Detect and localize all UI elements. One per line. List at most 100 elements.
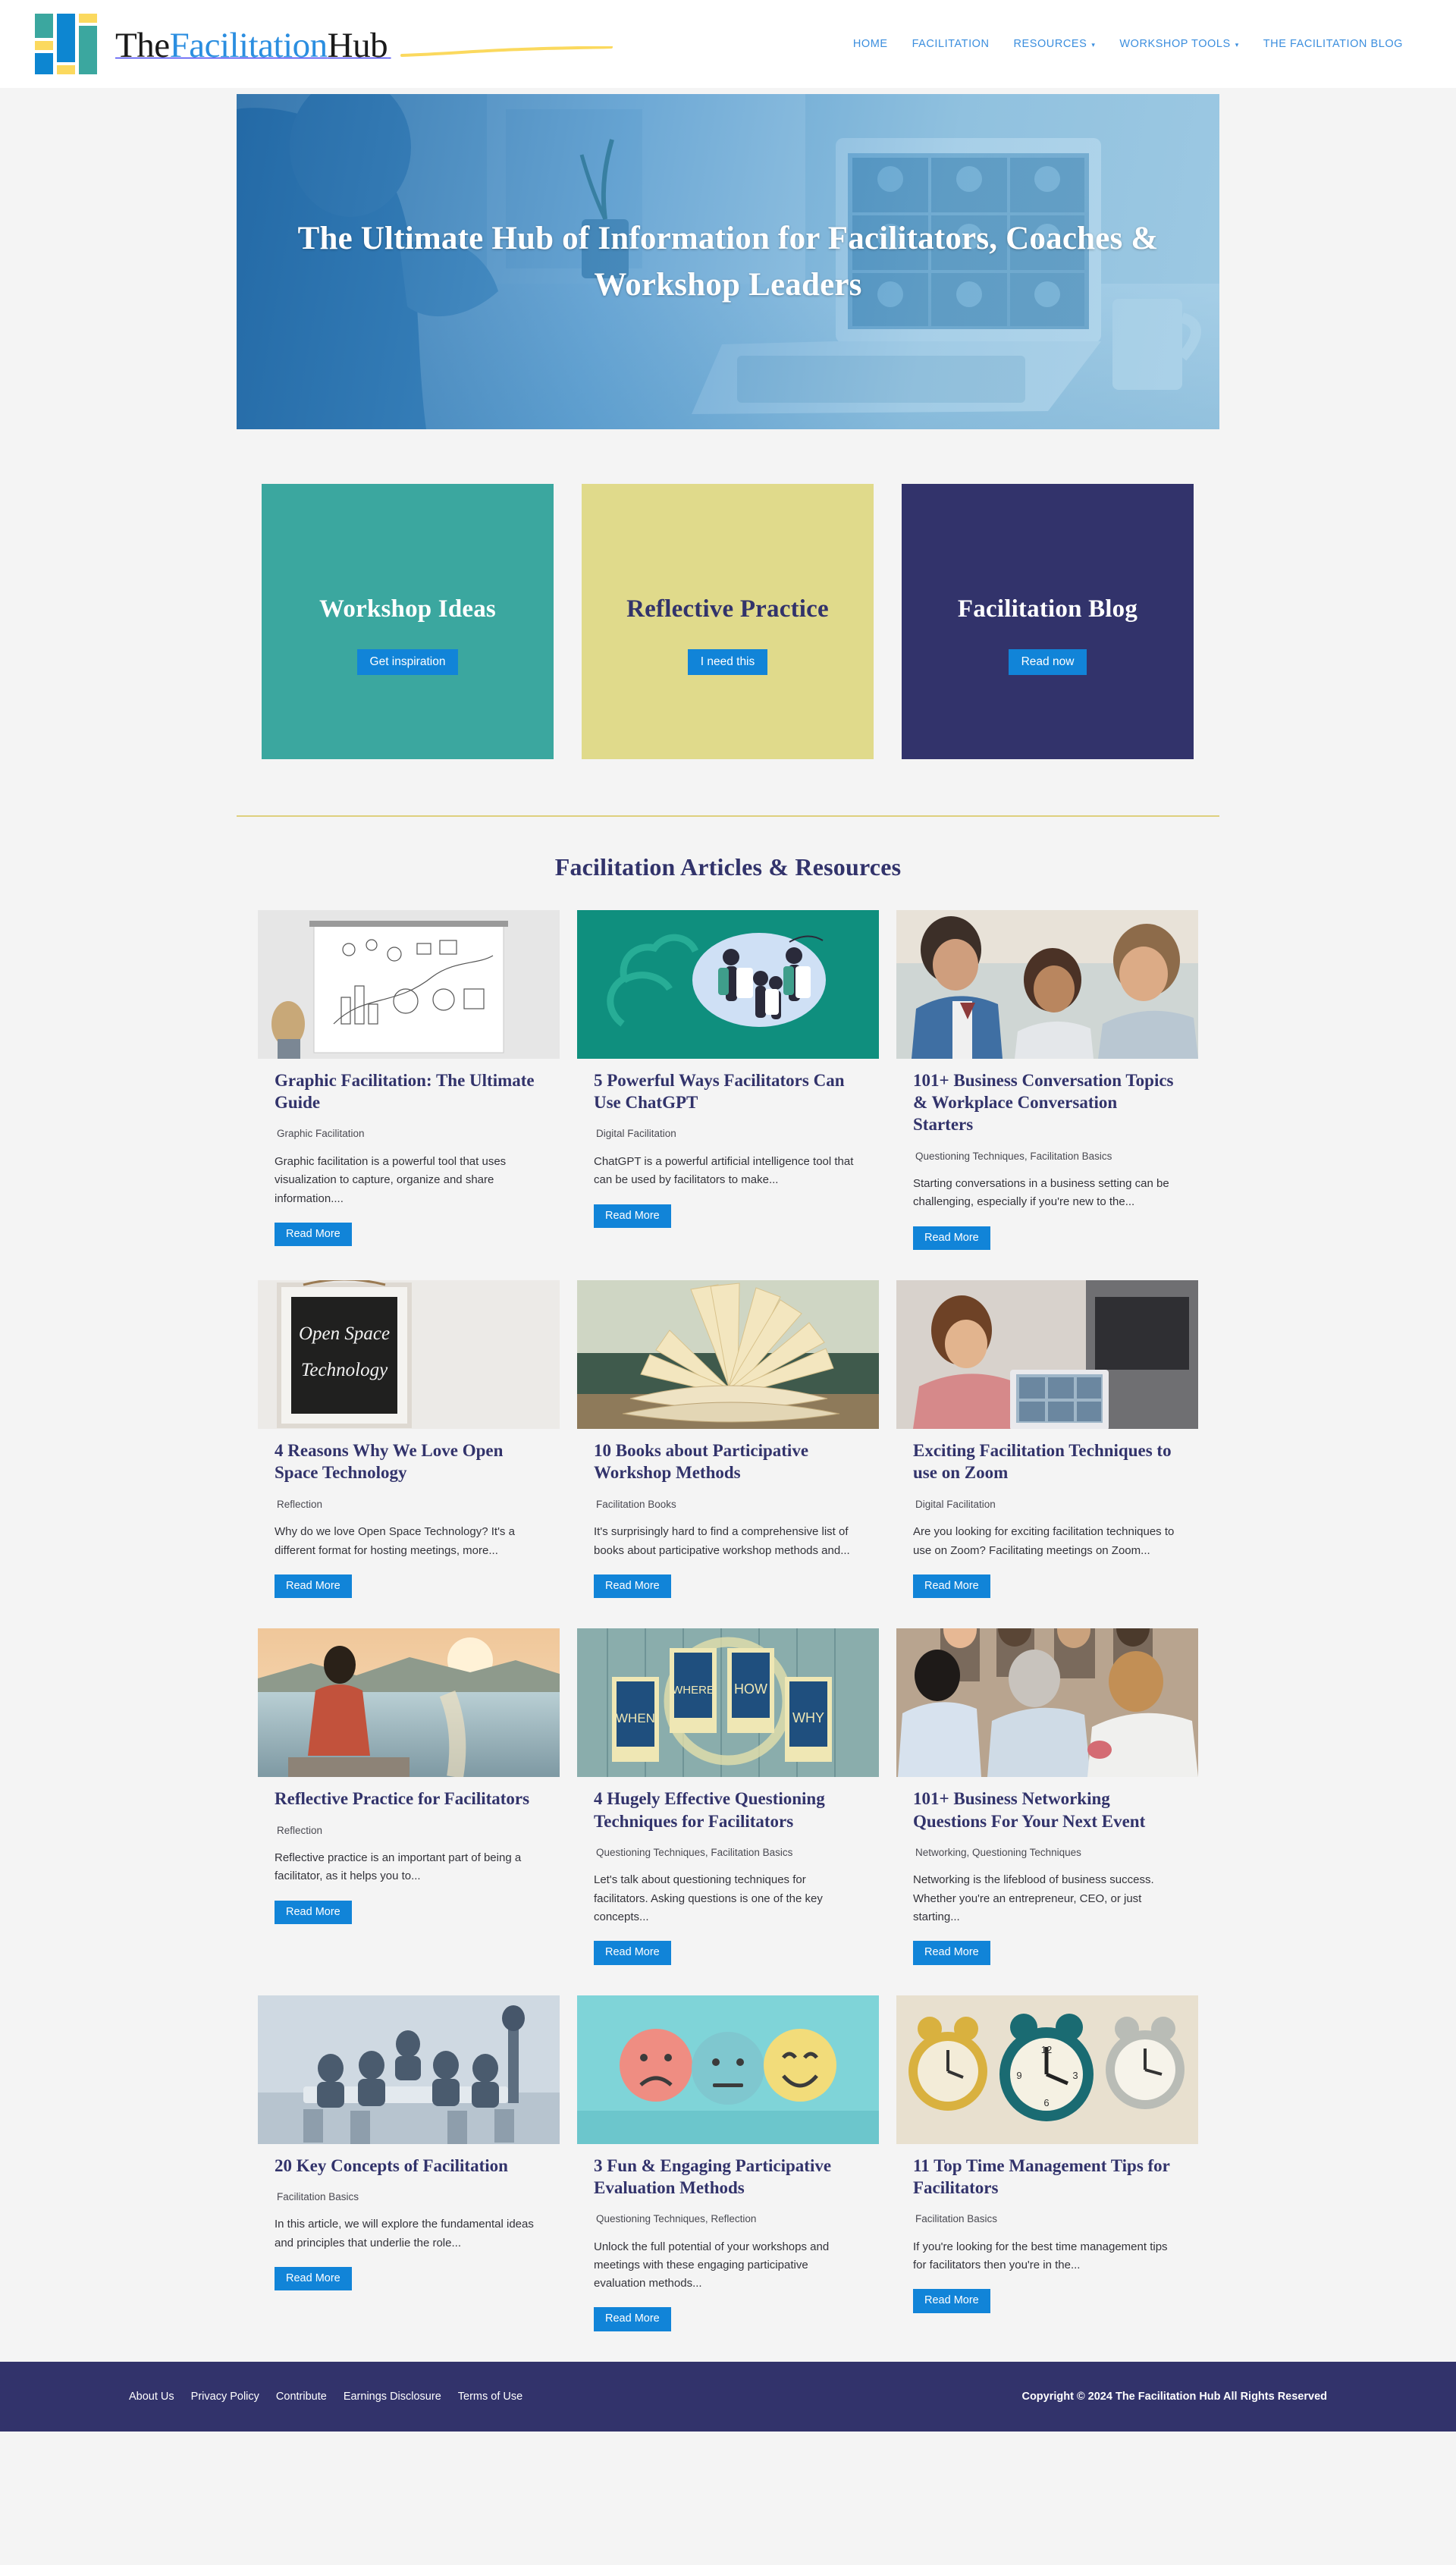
bar-blocks-logo-icon [32, 11, 111, 77]
article-categories[interactable]: Reflection [275, 1824, 543, 1838]
article-categories[interactable]: Graphic Facilitation [275, 1127, 543, 1141]
article-thumbnail[interactable] [577, 1280, 879, 1430]
articles-row: Reflective Practice for Facilitators Ref… [258, 1628, 1198, 1965]
read-more-button[interactable]: Read More [913, 1574, 990, 1599]
article-title[interactable]: 3 Fun & Engaging Participative Evaluatio… [594, 2155, 862, 2199]
article-categories[interactable]: Digital Facilitation [594, 1127, 862, 1141]
nav-item-facilitation[interactable]: FACILITATION [900, 38, 1002, 50]
promo-card-title: Workshop Ideas [319, 595, 496, 623]
article-card[interactable]: 3 Fun & Engaging Participative Evaluatio… [577, 1995, 879, 2331]
article-thumbnail[interactable] [577, 910, 879, 1059]
read-more-button[interactable]: Read More [275, 1574, 352, 1599]
article-thumbnail[interactable] [577, 1995, 879, 2144]
article-thumbnail[interactable] [896, 910, 1198, 1059]
read-more-button[interactable]: Read More [275, 1900, 352, 1925]
promo-card-workshop-ideas[interactable]: Workshop Ideas Get inspiration [262, 484, 554, 759]
article-categories[interactable]: Facilitation Basics [913, 2212, 1181, 2226]
section-divider [237, 815, 1219, 817]
article-title[interactable]: 11 Top Time Management Tips for Facilita… [913, 2155, 1181, 2199]
article-thumbnail[interactable] [896, 1280, 1198, 1430]
promo-cta-i-need-this[interactable]: I need this [687, 648, 768, 676]
article-thumbnail[interactable] [258, 910, 560, 1059]
nav-item-the-facilitation-blog[interactable]: THE FACILITATION BLOG [1251, 38, 1415, 50]
svg-text:6: 6 [1043, 2097, 1049, 2108]
article-categories[interactable]: Questioning Techniques, Reflection [594, 2212, 862, 2226]
read-more-button[interactable]: Read More [594, 1941, 671, 1965]
article-card[interactable]: Exciting Facilitation Techniques to use … [896, 1280, 1198, 1599]
article-title[interactable]: 5 Powerful Ways Facilitators Can Use Cha… [594, 1069, 862, 1113]
article-thumbnail[interactable] [896, 1628, 1198, 1778]
article-title[interactable]: 4 Hugely Effective Questioning Technique… [594, 1788, 862, 1832]
article-title[interactable]: 101+ Business Conversation Topics & Work… [913, 1069, 1181, 1136]
article-thumbnail[interactable] [258, 1995, 560, 2144]
promo-card-reflective-practice[interactable]: Reflective Practice I need this [582, 484, 874, 759]
article-thumbnail[interactable] [258, 1628, 560, 1778]
article-excerpt: If you're looking for the best time mana… [913, 2240, 1168, 2271]
article-card[interactable]: 20 Key Concepts of Facilitation Facilita… [258, 1995, 560, 2291]
article-categories[interactable]: Reflection [275, 1498, 543, 1512]
article-title[interactable]: 101+ Business Networking Questions For Y… [913, 1788, 1181, 1832]
article-thumbnail[interactable]: Open Space Technology [258, 1280, 560, 1430]
site-header: TheFacilitationHub HOME FACILITATION RES… [0, 0, 1456, 88]
brand-part-hub: Hub [327, 25, 388, 65]
article-categories[interactable]: Digital Facilitation [913, 1498, 1181, 1512]
read-more-button[interactable]: Read More [913, 1941, 990, 1965]
read-more-button[interactable]: Read More [275, 1222, 352, 1247]
article-thumbnail[interactable]: WHEN WHERE HOW WHY [577, 1628, 879, 1778]
article-categories[interactable]: Networking, Questioning Techniques [913, 1846, 1181, 1860]
article-body: Graphic Facilitation: The Ultimate Guide… [258, 1059, 560, 1247]
article-card[interactable]: 101+ Business Conversation Topics & Work… [896, 910, 1198, 1251]
article-card[interactable]: Reflective Practice for Facilitators Ref… [258, 1628, 560, 1925]
chevron-down-icon: ▾ [1235, 40, 1239, 49]
article-title[interactable]: Graphic Facilitation: The Ultimate Guide [275, 1069, 543, 1113]
read-more-button[interactable]: Read More [594, 1574, 671, 1599]
article-card[interactable]: 12 3 6 9 11 Top Time Management Tips for… [896, 1995, 1198, 2313]
article-categories[interactable]: Facilitation Basics [275, 2190, 543, 2204]
footer-link-earnings-disclosure[interactable]: Earnings Disclosure [344, 2391, 441, 2403]
site-logo[interactable]: TheFacilitationHub [32, 11, 613, 77]
brand-part-the: The [115, 25, 170, 65]
article-categories[interactable]: Questioning Techniques, Facilitation Bas… [594, 1846, 862, 1860]
svg-text:Open Space: Open Space [299, 1323, 390, 1344]
article-card[interactable]: Open Space Technology 4 Reasons Why We L… [258, 1280, 560, 1599]
article-card[interactable]: 5 Powerful Ways Facilitators Can Use Cha… [577, 910, 879, 1229]
nav-item-workshop-tools[interactable]: WORKSHOP TOOLS ▾ [1107, 38, 1250, 50]
article-card[interactable]: 10 Books about Participative Workshop Me… [577, 1280, 879, 1599]
article-title[interactable]: 4 Reasons Why We Love Open Space Technol… [275, 1439, 543, 1483]
promo-cta-read-now[interactable]: Read now [1008, 648, 1087, 676]
promo-card-facilitation-blog[interactable]: Facilitation Blog Read now [902, 484, 1194, 759]
svg-text:HOW: HOW [734, 1681, 767, 1697]
read-more-button[interactable]: Read More [913, 2289, 990, 2313]
site-footer: About Us Privacy Policy Contribute Earni… [0, 2361, 1456, 2432]
article-excerpt: Unlock the full potential of your worksh… [594, 2240, 830, 2290]
footer-link-terms-of-use[interactable]: Terms of Use [458, 2391, 522, 2403]
article-thumbnail[interactable]: 12 3 6 9 [896, 1995, 1198, 2144]
footer-link-about-us[interactable]: About Us [129, 2391, 174, 2403]
article-title[interactable]: 10 Books about Participative Workshop Me… [594, 1439, 862, 1483]
read-more-button[interactable]: Read More [275, 2266, 352, 2291]
articles-row: Open Space Technology 4 Reasons Why We L… [258, 1280, 1198, 1599]
article-categories[interactable]: Facilitation Books [594, 1498, 862, 1512]
article-excerpt: Networking is the lifeblood of business … [913, 1873, 1154, 1923]
footer-links: About Us Privacy Policy Contribute Earni… [129, 2391, 522, 2403]
article-card[interactable]: 101+ Business Networking Questions For Y… [896, 1628, 1198, 1965]
nav-label: WORKSHOP TOOLS [1119, 38, 1231, 50]
promo-cta-get-inspiration[interactable]: Get inspiration [356, 648, 459, 676]
read-more-button[interactable]: Read More [913, 1226, 990, 1251]
article-body: Exciting Facilitation Techniques to use … [896, 1429, 1198, 1599]
article-categories[interactable]: Questioning Techniques, Facilitation Bas… [913, 1150, 1181, 1163]
chevron-down-icon: ▾ [1091, 40, 1096, 49]
article-title[interactable]: Exciting Facilitation Techniques to use … [913, 1439, 1181, 1483]
footer-link-contribute[interactable]: Contribute [276, 2391, 327, 2403]
article-title[interactable]: Reflective Practice for Facilitators [275, 1788, 543, 1810]
nav-item-resources[interactable]: RESOURCES ▾ [1002, 38, 1108, 50]
footer-link-privacy-policy[interactable]: Privacy Policy [191, 2391, 259, 2403]
read-more-button[interactable]: Read More [594, 1204, 671, 1229]
articles-row: Graphic Facilitation: The Ultimate Guide… [258, 910, 1198, 1251]
nav-item-home[interactable]: HOME [841, 38, 900, 50]
article-card[interactable]: WHEN WHERE HOW WHY 4 Hugely Effective Qu… [577, 1628, 879, 1965]
article-card[interactable]: Graphic Facilitation: The Ultimate Guide… [258, 910, 560, 1247]
article-body: 10 Books about Participative Workshop Me… [577, 1429, 879, 1599]
article-title[interactable]: 20 Key Concepts of Facilitation [275, 2155, 543, 2177]
read-more-button[interactable]: Read More [594, 2307, 671, 2331]
